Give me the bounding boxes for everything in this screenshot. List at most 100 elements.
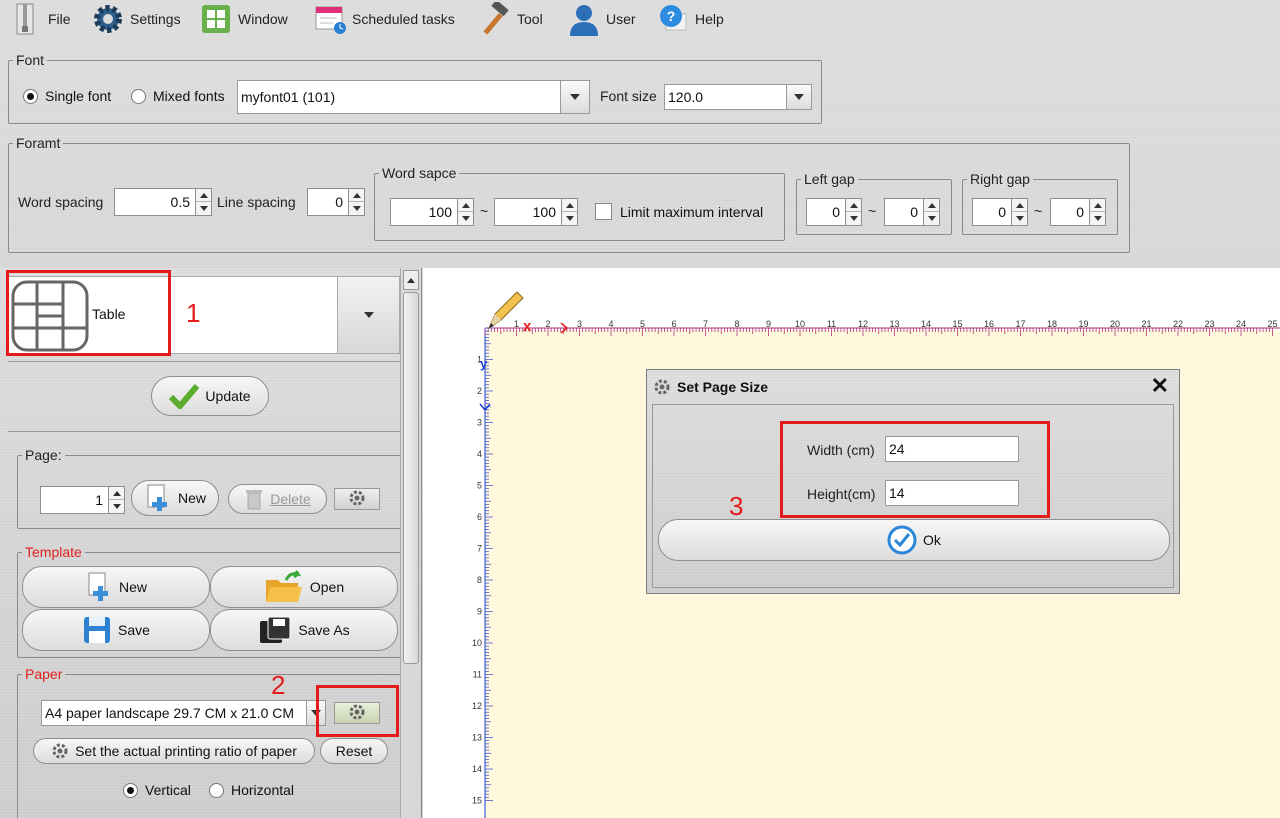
font-select[interactable]: myfont01 (101) (237, 80, 590, 114)
tilde: ~ (868, 203, 877, 219)
ok-check-icon (887, 525, 917, 555)
spinner-arrows[interactable] (845, 199, 861, 225)
dialog-titlebar: Set Page Size ✕ (647, 370, 1179, 404)
top-ruler-label: 3 (577, 319, 582, 329)
save-as-icon (258, 615, 292, 645)
template-open-label: Open (309, 579, 345, 595)
spinner-arrows[interactable] (457, 199, 473, 225)
spinner-arrows[interactable] (108, 487, 124, 513)
page-spinner[interactable]: 1 (40, 486, 125, 514)
paper-size-select[interactable]: A4 paper landscape 29.7 CM x 21.0 CM (41, 700, 326, 726)
limit-max-interval-checkbox[interactable]: Limit maximum interval (595, 203, 763, 220)
left-gap-max-spinner[interactable]: 0 (884, 198, 940, 226)
top-ruler-label: 10 (795, 319, 805, 329)
top-ruler-label: 7 (703, 319, 708, 329)
spinner-arrows[interactable] (1011, 199, 1027, 225)
tilde: ~ (480, 203, 489, 219)
page-value: 1 (95, 492, 103, 508)
page-settings-button[interactable] (334, 488, 380, 510)
mixed-fonts-radio[interactable]: Mixed fonts (131, 88, 225, 104)
template-save-as-button[interactable]: Save As (210, 609, 398, 651)
right-gap-min-spinner[interactable]: 0 (972, 198, 1028, 226)
template-new-label: New (118, 579, 147, 595)
gear-icon (90, 2, 126, 36)
reset-button[interactable]: Reset (320, 738, 388, 764)
top-ruler-label: 14 (921, 319, 931, 329)
chevron-down-icon[interactable] (786, 84, 812, 110)
left-ruler-label: 14 (472, 764, 482, 774)
menu-window[interactable]: Window (198, 2, 288, 36)
format-group-legend: Foramt (16, 135, 61, 151)
menu-scheduled-tasks[interactable]: Scheduled tasks (312, 2, 455, 36)
annotation-number-2: 2 (271, 670, 286, 700)
menu-window-label: Window (238, 11, 288, 27)
right-gap-max-spinner[interactable]: 0 (1050, 198, 1106, 226)
dialog-body: 3 Width (cm) 24 Height(cm) 14 Ok (652, 404, 1174, 588)
word-spacing-value: 0.5 (170, 194, 190, 210)
menu-file[interactable]: File (8, 2, 71, 36)
pencil-icon (485, 288, 525, 332)
close-icon[interactable]: ✕ (1151, 375, 1169, 397)
template-new-button[interactable]: New (22, 566, 210, 608)
spinner-arrows[interactable] (195, 189, 211, 215)
chevron-down-icon[interactable] (337, 277, 399, 353)
left-ruler-label: 15 (472, 796, 482, 806)
ok-button[interactable]: Ok (658, 519, 1170, 561)
menu-settings-label: Settings (130, 11, 181, 27)
word-space-max-spinner[interactable]: 100 (494, 198, 578, 226)
left-gap-min-spinner[interactable]: 0 (806, 198, 862, 226)
folder-open-icon (264, 570, 304, 604)
page-delete-button[interactable]: Delete (228, 484, 327, 514)
annotation-box-1 (6, 270, 171, 356)
update-button[interactable]: Update (151, 376, 269, 416)
annotation-number-1: 1 (186, 298, 201, 328)
template-save-as-label: Save As (298, 622, 350, 638)
menu-tool[interactable]: Tool (477, 2, 543, 36)
menu-user[interactable]: User (566, 2, 636, 36)
calendar-clock-icon (312, 2, 348, 36)
left-ruler-label: 5 (477, 481, 482, 491)
menu-help[interactable]: ? Help (655, 2, 724, 36)
vertical-radio[interactable]: Vertical (123, 782, 191, 798)
help-icon: ? (655, 2, 691, 36)
spinner-arrows[interactable] (923, 199, 939, 225)
gear-icon (51, 742, 69, 760)
spinner-arrows[interactable] (561, 199, 577, 225)
radio-dot (23, 88, 38, 104)
scrollbar-thumb[interactable] (403, 292, 419, 664)
font-size-select[interactable]: 120.0 (664, 84, 812, 110)
top-ruler-label: 23 (1204, 319, 1214, 329)
menu-help-label: Help (695, 11, 724, 27)
left-ruler-label: 4 (477, 449, 482, 459)
horizontal-radio[interactable]: Horizontal (209, 782, 294, 798)
font-select-value: myfont01 (101) (241, 89, 336, 105)
menu-file-label: File (48, 11, 71, 27)
menu-tool-label: Tool (517, 11, 543, 27)
word-spacing-spinner[interactable]: 0.5 (114, 188, 212, 216)
divider (8, 361, 400, 362)
scroll-up-arrow-icon[interactable] (403, 270, 419, 290)
rg-min-value: 0 (998, 204, 1006, 220)
single-font-radio[interactable]: Single font (23, 88, 111, 104)
chevron-down-icon[interactable] (560, 80, 590, 114)
set-print-ratio-button[interactable]: Set the actual printing ratio of paper (33, 738, 315, 764)
page-new-button[interactable]: New (131, 480, 219, 516)
right-gap-legend: Right gap (970, 171, 1030, 187)
line-spacing-spinner[interactable]: 0 (307, 188, 365, 216)
paper-size-value: A4 paper landscape 29.7 CM x 21.0 CM (45, 705, 295, 721)
template-open-button[interactable]: Open (210, 566, 398, 608)
word-space-min-spinner[interactable]: 100 (390, 198, 474, 226)
spinner-arrows[interactable] (1089, 199, 1105, 225)
spinner-arrows[interactable] (348, 189, 364, 215)
radio-dot (123, 782, 138, 798)
left-panel-scrollbar[interactable] (400, 268, 420, 818)
menu-settings[interactable]: Settings (90, 2, 181, 36)
template-save-button[interactable]: Save (22, 609, 210, 651)
top-ruler-label: 5 (640, 319, 645, 329)
floppy-disk-icon (82, 615, 112, 645)
update-label: Update (205, 388, 251, 404)
font-size-label: Font size (600, 88, 657, 104)
top-ruler-label: 8 (734, 319, 739, 329)
left-ruler-label: 7 (477, 544, 482, 554)
left-ruler-label: 12 (472, 701, 482, 711)
